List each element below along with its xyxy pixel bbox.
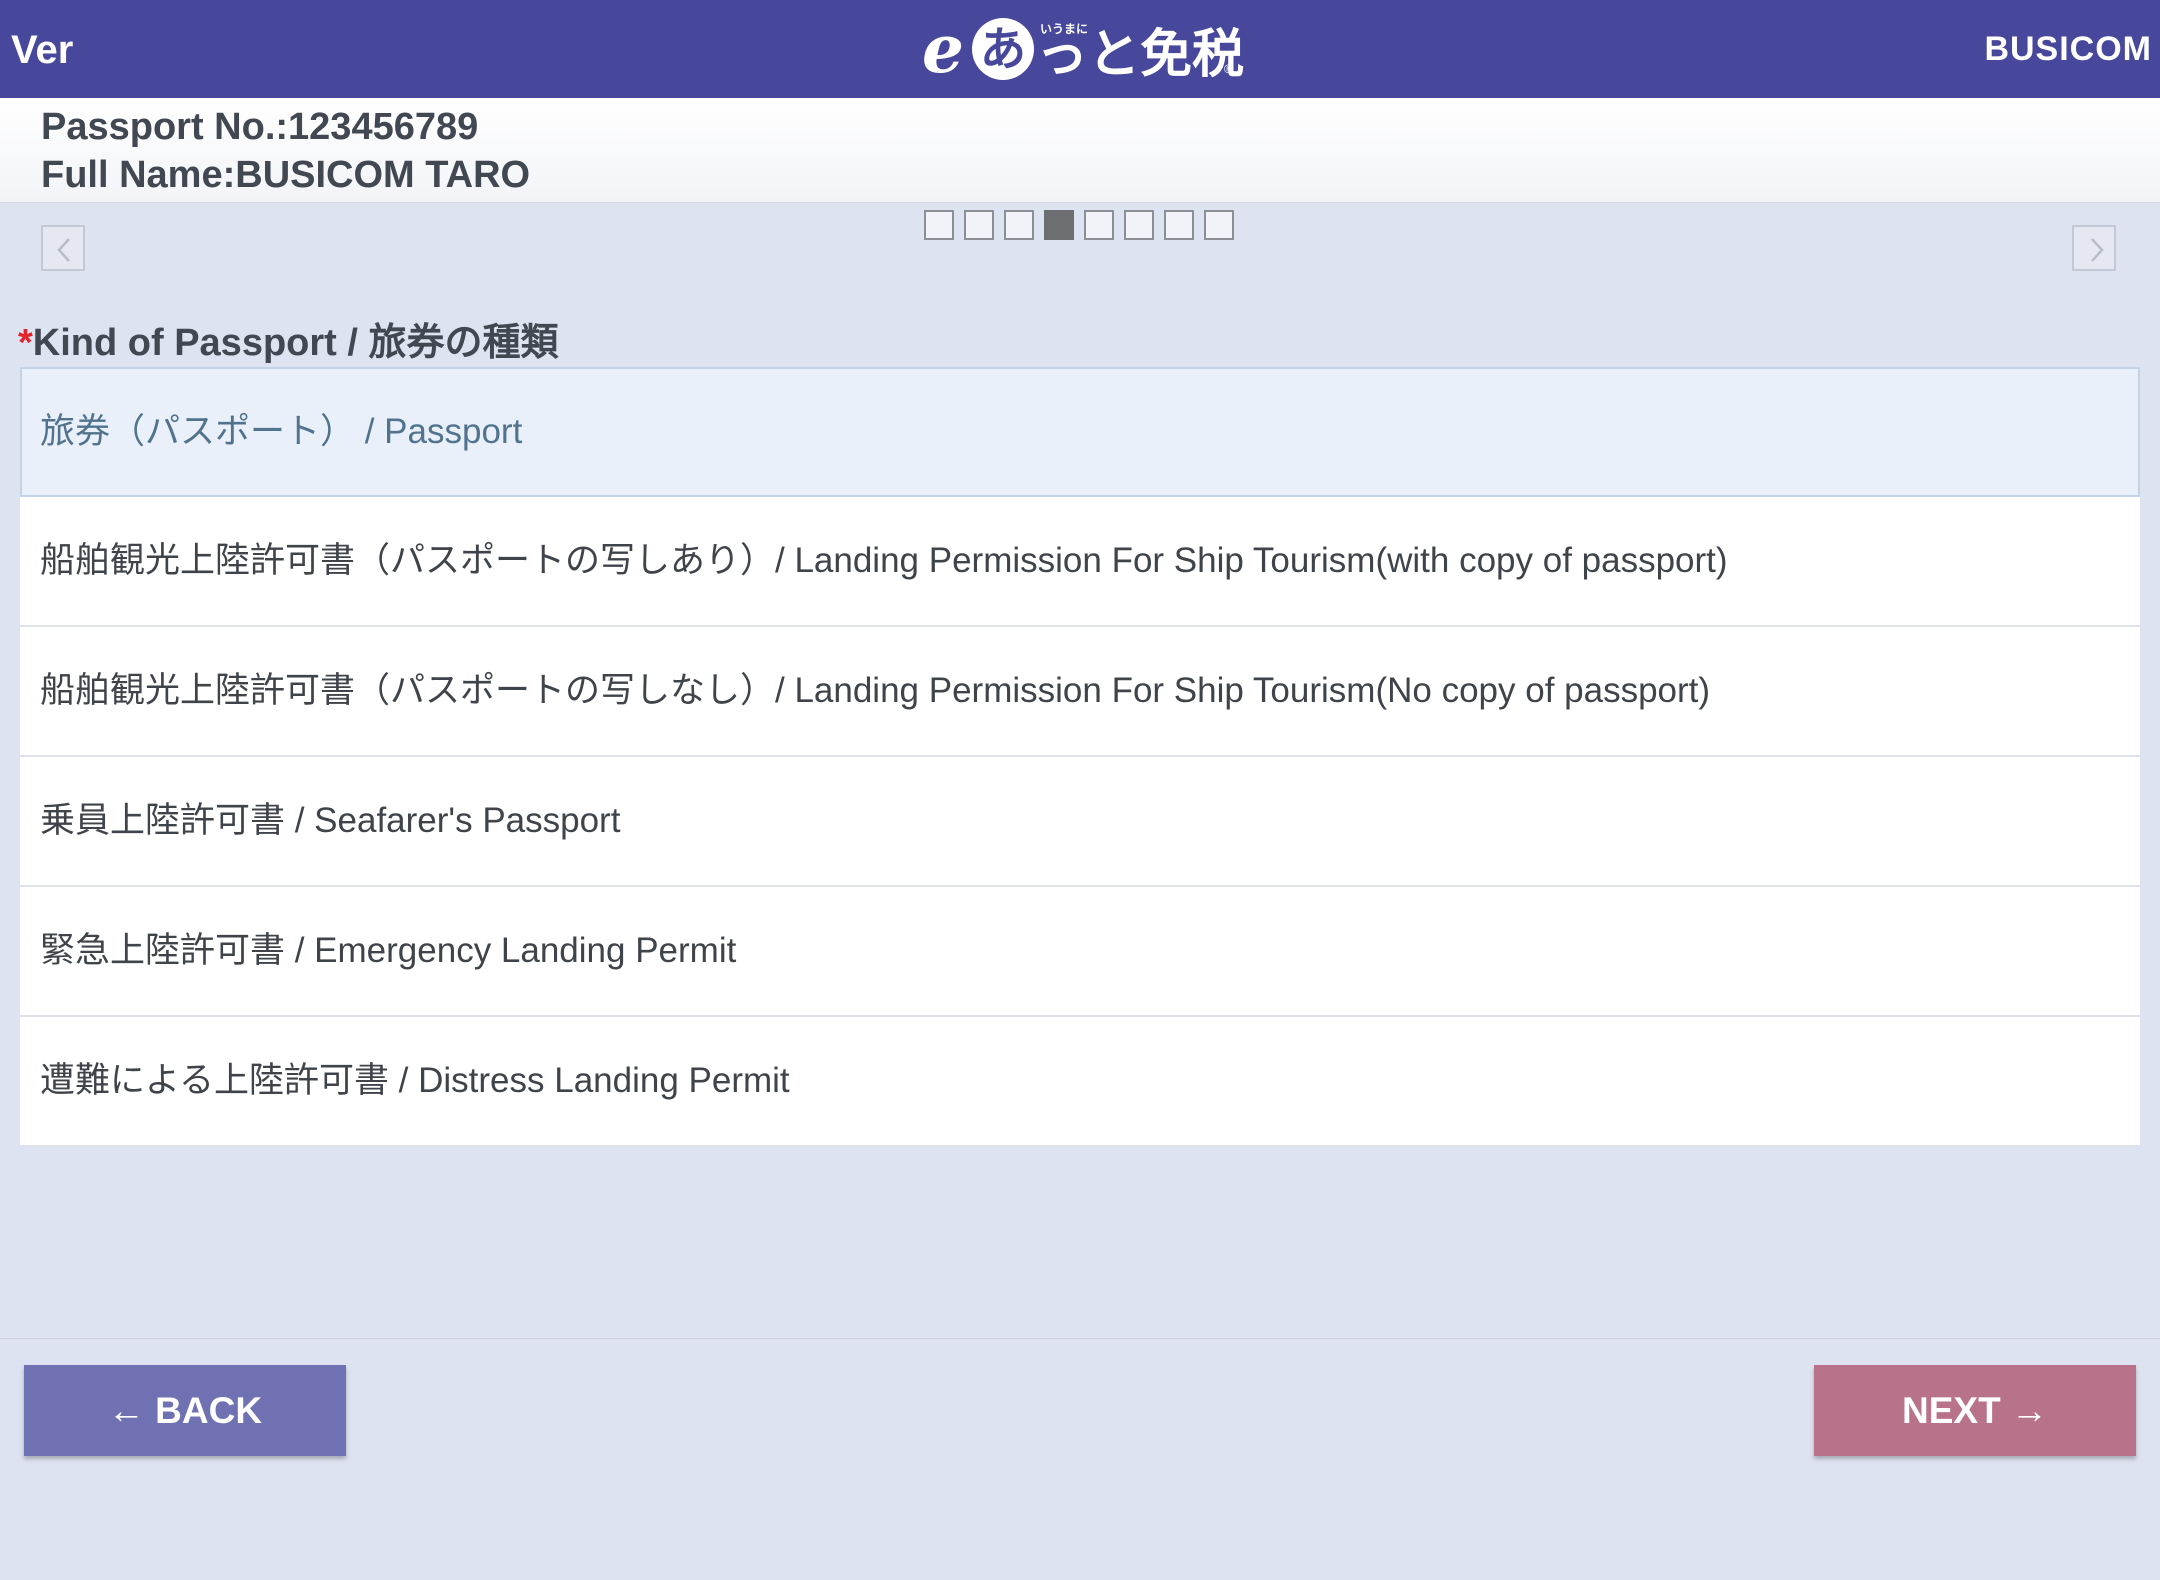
step-square-7 [1164,210,1194,240]
chevron-left-icon [57,238,70,262]
full-name: Full Name:BUSICOM TARO [41,154,531,196]
app-header: Ver e あ いうまに っと免税 ® BUSICOM [0,0,2160,98]
back-button[interactable]: ← BACK [24,1365,346,1456]
option-passport[interactable]: 旅券（パスポート） / Passport [20,367,2140,497]
option-label: 遭難による上陸許可書 / Distress Landing Permit [40,1061,790,1100]
option-label: 緊急上陸許可書 / Emergency Landing Permit [40,931,737,970]
next-button[interactable]: NEXT → [1814,1365,2136,1456]
brand-name: BUSICOM [1984,30,2152,68]
option-label: 船舶観光上陸許可書（パスポートの写しなし）/ Landing Permissio… [40,671,1711,710]
chevron-right-icon [2091,238,2104,262]
option-label: 旅券（パスポート） / Passport [40,412,523,451]
passport-info-panel: Passport No.:123456789 Full Name:BUSICOM… [0,98,2160,203]
app-logo: e あ いうまに っと免税 ® [918,10,1244,88]
required-mark: * [18,322,33,364]
field-label-text: Kind of Passport / 旅券の種類 [32,322,559,364]
previous-page-button[interactable] [41,225,85,271]
field-label: *Kind of Passport / 旅券の種類 [18,318,559,368]
option-distress-landing[interactable]: 遭難による上陸許可書 / Distress Landing Permit [20,1017,2140,1147]
step-square-5 [1084,210,1114,240]
option-ship-tourism-with-copy[interactable]: 船舶観光上陸許可書（パスポートの写しあり）/ Landing Permissio… [20,497,2140,627]
option-label: 乗員上陸許可書 / Seafarer's Passport [40,801,621,840]
version-label: Ver [11,28,74,72]
step-square-2 [964,210,994,240]
option-ship-tourism-no-copy[interactable]: 船舶観光上陸許可書（パスポートの写しなし）/ Landing Permissio… [20,627,2140,757]
logo-main-text: っと免税 [1036,26,1245,84]
logo-e: e [922,10,964,88]
step-square-1 [924,210,954,240]
option-emergency-landing[interactable]: 緊急上陸許可書 / Emergency Landing Permit [20,887,2140,1017]
option-label: 船舶観光上陸許可書（パスポートの写しあり）/ Landing Permissio… [40,541,1728,580]
step-square-8 [1204,210,1234,240]
step-square-4 [1044,210,1074,240]
logo-registered-mark: ® [1224,62,1233,76]
option-seafarers-passport[interactable]: 乗員上陸許可書 / Seafarer's Passport [20,757,2140,887]
footer-divider [0,1338,2160,1339]
logo-circle-char: あ [972,18,1034,80]
passport-kind-options: 旅券（パスポート） / Passport 船舶観光上陸許可書（パスポートの写しあ… [20,367,2140,1147]
step-square-3 [1004,210,1034,240]
next-page-button[interactable] [2072,225,2116,271]
step-square-6 [1124,210,1154,240]
passport-number: Passport No.:123456789 [41,106,479,148]
